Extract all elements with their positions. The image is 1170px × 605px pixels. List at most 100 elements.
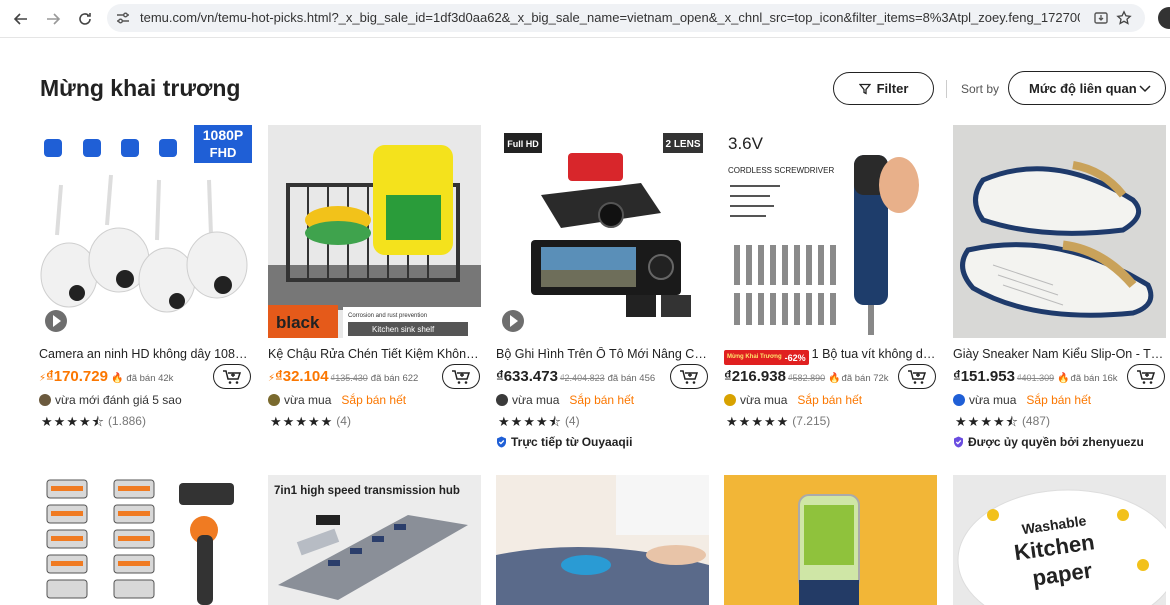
add-to-cart-button[interactable] bbox=[1127, 364, 1165, 389]
add-to-cart-button[interactable] bbox=[670, 364, 708, 389]
chevron-down-icon bbox=[1139, 85, 1151, 93]
filter-funnel-icon bbox=[858, 83, 871, 95]
rating-count: (7.215) bbox=[792, 414, 831, 428]
authorized-badge-icon bbox=[954, 436, 963, 448]
url-text[interactable]: temu.com/vn/temu-hot-picks.html?_x_big_s… bbox=[140, 10, 1080, 25]
sold-count: đã bán 622 bbox=[370, 373, 419, 384]
fire-icon: 🔥 bbox=[1057, 373, 1070, 384]
product-image[interactable] bbox=[39, 475, 252, 605]
buyer-avatar bbox=[953, 394, 965, 406]
product-image[interactable] bbox=[496, 475, 709, 605]
activity-text: vừa mua bbox=[740, 393, 788, 407]
back-button[interactable] bbox=[8, 6, 34, 32]
rating-count: (4) bbox=[336, 414, 351, 428]
rating-count: (1.886) bbox=[107, 414, 146, 428]
promo-badge-event: Mừng Khai Trương bbox=[727, 354, 782, 360]
activity-text: vừa mua bbox=[284, 393, 332, 407]
star-icon: ★ bbox=[980, 413, 992, 429]
sold-count: đã bán 16k bbox=[1070, 373, 1118, 384]
promo-badge-discount: -62% bbox=[784, 352, 806, 363]
image-badge: Full HD bbox=[507, 139, 539, 149]
product-image[interactable]: 7in1 high speed transmission hub bbox=[268, 475, 481, 605]
product-image[interactable]: Washable Kitchen paper bbox=[953, 475, 1166, 605]
browser-toolbar: temu.com/vn/temu-hot-picks.html?_x_big_s… bbox=[0, 0, 1170, 38]
header-divider bbox=[946, 80, 947, 98]
product-name[interactable]: Giày Sneaker Nam Kiểu Slip-On - Thoáng k… bbox=[953, 347, 1166, 361]
product-image[interactable]: Full HD 2 LENS bbox=[496, 125, 709, 338]
add-to-cart-button[interactable] bbox=[898, 364, 936, 389]
fire-icon: 🔥 bbox=[828, 373, 841, 384]
add-to-cart-button[interactable] bbox=[213, 364, 251, 389]
activity-line: vừa mua Sắp bán hết bbox=[953, 392, 1091, 408]
old-price: ₫135.430 bbox=[330, 373, 368, 383]
store-line[interactable]: Được ủy quyền bởi zhenyuezu bbox=[953, 434, 1144, 450]
image-label: black bbox=[276, 313, 320, 332]
product-name[interactable]: 1 Bộ tua vít không dây 3.6V bbox=[812, 347, 937, 361]
star-icon: ★ bbox=[282, 413, 295, 429]
activity-text: vừa mua bbox=[512, 393, 560, 407]
bookmark-star-icon[interactable] bbox=[1116, 10, 1132, 26]
product-image[interactable] bbox=[953, 125, 1166, 338]
price-line: ₫ 216.938 ₫582.890 🔥 đã bán 72k bbox=[724, 368, 899, 388]
fire-icon: 🔥 bbox=[110, 373, 124, 384]
price-currency: ₫ bbox=[496, 368, 504, 385]
activity-line: vừa mới đánh giá 5 sao bbox=[39, 392, 182, 408]
product-name-line[interactable]: Mừng Khai Trương -62% 1 Bộ tua vít không d… bbox=[724, 347, 937, 365]
product-image[interactable]: 3.6V CORDLESS SCREWDRIVER bbox=[724, 125, 937, 338]
price: 32.104 bbox=[282, 368, 329, 385]
price-currency: ₫ bbox=[953, 368, 961, 385]
address-bar[interactable]: temu.com/vn/temu-hot-picks.html?_x_big_s… bbox=[107, 4, 1145, 32]
store-name[interactable]: Trực tiếp từ Ouyaaqii bbox=[511, 435, 632, 449]
page-title: Mừng khai trương bbox=[40, 75, 241, 101]
image-label: 7in1 high speed transmission hub bbox=[274, 485, 460, 497]
cart-plus-icon bbox=[1137, 369, 1156, 384]
profile-avatar[interactable] bbox=[1158, 7, 1170, 29]
low-stock-label: Sắp bán hết bbox=[1026, 393, 1092, 407]
price: 151.953 bbox=[960, 368, 1015, 385]
product-name[interactable]: Bộ Ghi Hình Trên Ô Tô Mới Nâng Cấp 2 ống… bbox=[496, 347, 709, 361]
image-label: 3.6V bbox=[728, 134, 764, 153]
product-image[interactable]: 1080P FHD bbox=[39, 125, 252, 338]
low-stock-label: Sắp bán hết bbox=[341, 393, 407, 407]
price-line: ₫ 633.473 ₫2.404.823 đã bán 456 bbox=[496, 368, 671, 388]
sold-count: đã bán 72k bbox=[841, 373, 889, 384]
price-line: ⚡ ₫ 170.729 🔥 đã bán 42k bbox=[39, 368, 214, 388]
site-settings-icon[interactable] bbox=[115, 10, 131, 26]
low-stock-label: Sắp bán hết bbox=[797, 393, 863, 407]
star-icon: ★ bbox=[41, 413, 53, 429]
buyer-avatar bbox=[496, 394, 508, 406]
rating-count: (4) bbox=[564, 414, 580, 428]
sort-select[interactable]: Mức độ liên quan bbox=[1008, 71, 1166, 105]
install-app-icon[interactable] bbox=[1093, 10, 1109, 26]
add-to-cart-button[interactable] bbox=[442, 364, 480, 389]
activity-line: vừa mua Sắp bán hết bbox=[496, 392, 634, 408]
buyer-avatar bbox=[724, 394, 736, 406]
star-icon: ★ bbox=[307, 413, 320, 429]
store-name[interactable]: Được ủy quyền bởi zhenyuezu bbox=[968, 435, 1144, 449]
image-caption: Kitchen sink shelf bbox=[372, 325, 435, 334]
image-caption: Corrosion and rust prevention bbox=[348, 313, 427, 319]
low-stock-label: Sắp bán hết bbox=[569, 393, 635, 407]
star-icon: ★ bbox=[763, 413, 776, 429]
product-name[interactable]: Kệ Chậu Rửa Chén Tiết Kiệm Không Gian bbox=[268, 347, 481, 361]
half-star-icon: ⯪ bbox=[548, 413, 561, 429]
star-icon: ★ bbox=[78, 413, 91, 429]
product-name[interactable]: Camera an ninh HD không dây 1080P Wifi 4… bbox=[39, 347, 252, 361]
image-caption: CORDLESS SCREWDRIVER bbox=[728, 166, 834, 175]
store-line[interactable]: Trực tiếp từ Ouyaaqii bbox=[496, 434, 632, 450]
svg-text:1080P: 1080P bbox=[203, 127, 243, 143]
product-image[interactable] bbox=[724, 475, 937, 605]
forward-button[interactable] bbox=[40, 6, 66, 32]
sold-count: đã bán 456 bbox=[607, 373, 656, 384]
cart-plus-icon bbox=[680, 369, 699, 384]
cart-plus-icon bbox=[223, 369, 242, 384]
star-icon: ★ bbox=[53, 413, 66, 429]
price-line: ₫ 151.953 ₫401.309 🔥 đã bán 16k bbox=[953, 368, 1128, 388]
product-image[interactable]: black Corrosion and rust prevention Kitc… bbox=[268, 125, 481, 338]
star-icon: ★ bbox=[320, 413, 333, 429]
star-icon: ★ bbox=[510, 413, 523, 429]
reload-button[interactable] bbox=[72, 6, 98, 32]
filter-button[interactable]: Filter bbox=[833, 72, 934, 105]
star-icon: ★ bbox=[751, 413, 763, 429]
rating: ★ ★ ★ ★ ★ (4) bbox=[270, 413, 351, 429]
